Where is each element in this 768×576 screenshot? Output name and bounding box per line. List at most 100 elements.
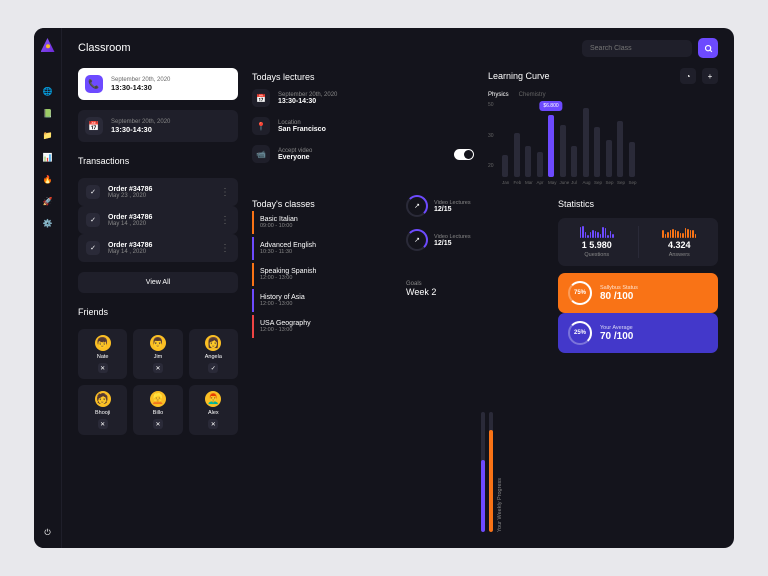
class-name: History of Asia — [260, 294, 305, 301]
video-toggle[interactable] — [454, 149, 474, 160]
class-row[interactable]: Speaking Spanish12:00 - 13:00 — [252, 263, 392, 286]
bar-chart: 503020 $6.800 — [488, 102, 718, 177]
friend-card[interactable]: 🧑Bhooji✕ — [78, 385, 127, 435]
topbar: Classroom — [62, 28, 734, 68]
logo-icon[interactable] — [41, 38, 55, 52]
class-row[interactable]: USA Geography12:00 - 13:00 — [252, 315, 392, 338]
stat-card-value: 80 /100 — [600, 291, 638, 302]
chart-bar[interactable] — [606, 140, 612, 178]
transactions-title: Transactions — [78, 156, 238, 166]
search-group — [582, 38, 718, 58]
left-column: 📞 September 20th, 2020 13:30-14:30 📅 Sep… — [78, 68, 238, 532]
statistics-panel: Statistics 1 5.980 Questions 4.324 — [558, 195, 718, 532]
friend-action-button[interactable]: ✕ — [208, 419, 218, 429]
add-button[interactable]: + — [702, 68, 718, 84]
lecture-icon: 📅 — [252, 89, 270, 107]
lecture-icon: 📹 — [252, 145, 270, 163]
chart-type-button[interactable]: ◔ — [680, 68, 696, 84]
more-icon[interactable]: ⋮ — [220, 187, 230, 198]
search-input[interactable] — [582, 40, 692, 57]
progress-bar — [481, 412, 485, 532]
lecture-value: 13:30-14:30 — [278, 98, 337, 105]
chart-bar[interactable] — [594, 127, 600, 177]
tab-physics[interactable]: Physics — [488, 92, 509, 98]
ring-value: 12/15 — [434, 206, 471, 213]
percent-ring: 25% — [568, 321, 592, 345]
progress-ring-item: ↗Video Lectures12/15 — [406, 195, 471, 217]
chart-bar[interactable] — [537, 152, 543, 177]
friend-name: Alex — [208, 410, 219, 416]
transaction-row[interactable]: ✓Order #34786May 14 , 2020⋮ — [78, 234, 238, 262]
friend-card[interactable]: 👱Billo✕ — [133, 385, 182, 435]
stats-title: Statistics — [558, 199, 718, 209]
search-button[interactable] — [698, 38, 718, 58]
avatar: 👱 — [150, 391, 166, 407]
schedule-card[interactable]: 📞 September 20th, 2020 13:30-14:30 — [78, 68, 238, 100]
order-id: Order #34786 — [108, 242, 152, 249]
friend-action-button[interactable]: ✕ — [153, 363, 163, 373]
nav-rocket-icon[interactable]: 🚀 — [43, 196, 53, 206]
chart-bar[interactable] — [514, 133, 520, 177]
view-all-button[interactable]: View All — [78, 272, 238, 293]
lecture-row: 📹Accept videoEveryone — [252, 140, 474, 168]
class-time: 12:00 - 13:00 — [260, 327, 311, 333]
questions-label: Questions — [584, 252, 609, 258]
lecture-icon: 📍 — [252, 117, 270, 135]
stat-card-value: 70 /100 — [600, 331, 633, 342]
friend-action-button[interactable]: ✕ — [98, 363, 108, 373]
app-shell: 🌐 📗 📁 📊 🔥 🚀 ⚙️ ⏻ Classroom — [34, 28, 734, 548]
classes-title: Today's classes — [252, 199, 392, 209]
main-area: Classroom 📞 September 20th, 2020 13:30-1… — [62, 28, 734, 548]
percent-ring: 75% — [568, 281, 592, 305]
friend-action-button[interactable]: ✕ — [153, 419, 163, 429]
schedule-date: September 20th, 2020 — [111, 119, 170, 125]
nav-settings-icon[interactable]: ⚙️ — [43, 218, 53, 228]
stat-card[interactable]: 25%Your Average70 /100 — [558, 313, 718, 353]
stats-summary-card: 1 5.980 Questions 4.324 Answers — [558, 218, 718, 266]
more-icon[interactable]: ⋮ — [220, 215, 230, 226]
chart-bar[interactable] — [560, 125, 566, 178]
learning-curve-panel: Learning Curve ◔ + Physics Chemistry 503… — [488, 68, 718, 185]
lecture-value: Everyone — [278, 154, 312, 161]
nav-dashboard-icon[interactable]: 🌐 — [43, 86, 53, 96]
ring-icon: ↗ — [406, 195, 428, 217]
friend-name: Angela — [205, 354, 222, 360]
chart-bar[interactable] — [583, 108, 589, 177]
check-icon: ✓ — [86, 185, 100, 199]
transaction-row[interactable]: ✓Order #34786May 14 , 2020⋮ — [78, 206, 238, 234]
friend-card[interactable]: 👩Angela✓ — [189, 329, 238, 379]
nav-power-icon[interactable]: ⏻ — [43, 528, 53, 538]
friend-action-button[interactable]: ✕ — [98, 419, 108, 429]
schedule-card[interactable]: 📅 September 20th, 2020 13:30-14:30 — [78, 110, 238, 142]
answers-value: 4.324 — [668, 240, 691, 250]
nav-folder-icon[interactable]: 📁 — [43, 130, 53, 140]
order-id: Order #34786 — [108, 186, 152, 193]
nav-chart-icon[interactable]: 📊 — [43, 152, 53, 162]
friend-card[interactable]: 👦Nate✕ — [78, 329, 127, 379]
class-row[interactable]: Advanced English10:30 - 11:30 — [252, 237, 392, 260]
transaction-row[interactable]: ✓Order #34786May 23 , 2020⋮ — [78, 178, 238, 206]
class-time: 12:00 - 13:00 — [260, 275, 316, 281]
curve-title: Learning Curve — [488, 71, 674, 81]
nav-fire-icon[interactable]: 🔥 — [43, 174, 53, 184]
chart-bar[interactable] — [525, 146, 531, 177]
friend-card[interactable]: 👨‍🦰Alex✕ — [189, 385, 238, 435]
tab-chemistry[interactable]: Chemistry — [519, 92, 546, 98]
chart-bar[interactable] — [571, 146, 577, 177]
chart-bar[interactable]: $6.800 — [548, 115, 554, 178]
stat-card[interactable]: 75%Sallybus Status80 /100 — [558, 273, 718, 313]
chart-bar[interactable] — [629, 142, 635, 177]
chart-tooltip: $6.800 — [539, 101, 562, 111]
page-title: Classroom — [78, 42, 131, 54]
more-icon[interactable]: ⋮ — [220, 243, 230, 254]
friend-card[interactable]: 👨Jim✕ — [133, 329, 182, 379]
nav-rail: 🌐 📗 📁 📊 🔥 🚀 ⚙️ ⏻ — [34, 28, 62, 548]
friend-action-button[interactable]: ✓ — [208, 363, 218, 373]
schedule-time: 13:30-14:30 — [111, 83, 170, 92]
class-row[interactable]: History of Asia12:00 - 13:00 — [252, 289, 392, 312]
chart-bar[interactable] — [617, 121, 623, 177]
nav-book-icon[interactable]: 📗 — [43, 108, 53, 118]
chart-bar[interactable] — [502, 155, 508, 178]
class-row[interactable]: Basic Italian09:00 - 10:00 — [252, 211, 392, 234]
avatar: 🧑 — [95, 391, 111, 407]
